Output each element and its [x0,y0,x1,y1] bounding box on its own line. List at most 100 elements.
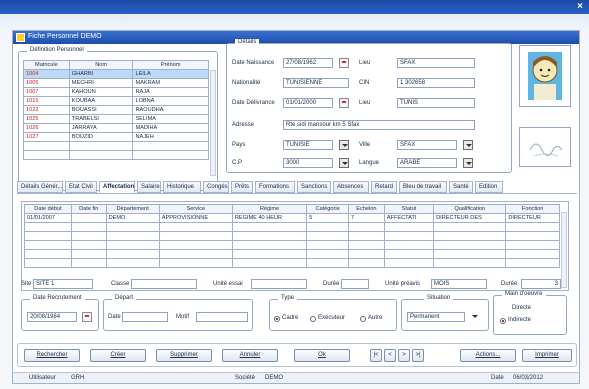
prenom-cell[interactable]: NAJEH [132,132,209,142]
column-header[interactable]: Catégorie [306,204,349,214]
nationalite-field[interactable]: TUNISIENNE [283,78,349,88]
last-record-button[interactable]: >| [412,349,424,362]
empty-cell[interactable] [70,249,107,259]
pays-select[interactable]: TUNISIE [283,140,333,150]
table-row[interactable] [24,249,560,259]
langue-select[interactable]: ARABE [397,158,457,168]
table-row[interactable] [24,231,560,241]
matricule-cell[interactable]: 1015 [23,96,70,106]
empty-cell[interactable] [347,240,385,250]
duree-essai-field[interactable] [341,279,369,289]
lieu-naissance-field[interactable]: SFAX [397,58,475,68]
nom-cell[interactable]: KOUBAA [68,96,134,106]
empty-cell[interactable] [231,240,308,250]
previous-record-button[interactable]: < [384,349,396,362]
table-row[interactable]: 01/01/2007 DEMO APPROVISIONNE REGIME 40 HEU… [24,213,560,223]
ville-select[interactable]: SFAX [397,140,457,150]
tab-salaire[interactable]: Salaire [137,181,161,193]
table-row[interactable]: 1007 KAHOUN RAJA [23,87,209,97]
lieu-delivrance-field[interactable]: TUNIS [397,98,475,108]
empty-cell[interactable] [433,258,507,268]
matricule-cell[interactable]: 1004 [23,69,70,79]
table-row[interactable]: 1026 JARRAYA MADIHA [23,123,209,133]
empty-cell[interactable] [105,258,160,268]
next-record-button[interactable]: > [398,349,410,362]
empty-cell[interactable] [24,258,72,268]
table-row[interactable] [23,150,209,160]
affectation-cell[interactable]: AFFECTATI [383,213,435,223]
empty-cell[interactable] [70,258,107,268]
close-icon[interactable]: × [577,1,583,12]
empty-cell[interactable] [383,231,435,241]
empty-cell[interactable] [505,231,560,241]
affectation-cell[interactable]: REGIME 40 HEUR [231,213,308,223]
classe-field[interactable] [131,279,197,289]
empty-cell[interactable] [231,249,308,259]
empty-cell[interactable] [158,222,233,232]
duree-preavis-field[interactable]: 3 [521,279,561,289]
site-field[interactable]: SITE 1 [33,279,93,289]
tab-pr-ts[interactable]: Prêts [231,181,253,193]
table-row[interactable]: 1005 MECHRI MAKRAM [23,78,209,88]
main-oeuvre-indirecte-radio[interactable] [500,318,506,324]
empty-cell[interactable] [105,231,160,241]
empty-cell[interactable] [505,222,560,232]
nom-cell[interactable]: BOUZID [68,132,134,142]
affectation-cell[interactable] [70,213,107,223]
situation-select[interactable]: Permanent [407,312,465,322]
column-header[interactable]: Régime [231,204,308,214]
annuler-button[interactable]: Annuler [222,349,278,362]
empty-cell[interactable] [433,222,507,232]
column-header[interactable]: Date fin [70,204,107,214]
empty-cell[interactable] [433,249,507,259]
empty-cell[interactable] [306,222,349,232]
empty-cell[interactable] [231,222,308,232]
matricule-cell[interactable]: 1025 [23,114,70,124]
column-header-nom[interactable]: Nom [68,60,134,70]
tab-cong-s[interactable]: Congés [203,181,229,193]
date-delivrance-field[interactable]: 01/01/2000 [283,98,333,108]
matricule-cell[interactable]: 1005 [23,78,70,88]
empty-cell[interactable] [383,258,435,268]
empty-cell[interactable] [158,240,233,250]
type-autre-radio[interactable] [360,316,366,322]
affectation-cell[interactable]: DEMO [105,213,160,223]
empty-cell[interactable] [505,249,560,259]
matricule-cell[interactable]: 1007 [23,87,70,97]
affectation-cell[interactable]: DIRECTEUR DES [433,213,507,223]
depart-date-field[interactable] [122,312,168,322]
matricule-cell[interactable]: 1026 [23,123,70,133]
nom-cell[interactable]: KAHOUN [68,87,134,97]
first-record-button[interactable]: |< [370,349,382,362]
supprimer-button[interactable]: Supprimer [156,349,212,362]
column-header[interactable]: Fonction [505,204,560,214]
empty-cell[interactable] [347,258,385,268]
empty-cell[interactable] [158,258,233,268]
prenom-cell[interactable]: RAOUDHA [132,105,209,115]
column-header[interactable]: Echelon [347,204,385,214]
empty-cell[interactable] [433,231,507,241]
chevron-down-icon[interactable] [463,158,473,168]
nom-cell[interactable]: TRABELSI [68,114,134,124]
affectation-cell[interactable]: DIRECTEUR [505,213,560,223]
empty-cell[interactable] [306,258,349,268]
empty-cell[interactable] [306,231,349,241]
column-header[interactable]: Service [158,204,233,214]
empty-cell[interactable] [24,222,72,232]
table-row[interactable] [24,258,560,268]
empty-cell[interactable] [24,240,72,250]
empty-cell[interactable] [24,231,72,241]
nom-cell[interactable]: GHARBI [68,69,134,79]
chevron-down-icon[interactable] [463,140,473,150]
column-header-matricule[interactable]: Matricule [23,60,70,70]
empty-cell[interactable] [347,249,385,259]
empty-cell[interactable] [505,258,560,268]
empty-cell[interactable] [383,240,435,250]
type-cadre-radio[interactable] [274,316,280,322]
tab-affectation[interactable]: Affectation [99,181,135,193]
table-row[interactable]: 1022 BOUASSI RAOUDHA [23,105,209,115]
tab-edition[interactable]: Edition [475,181,503,193]
empty-cell[interactable] [68,150,134,160]
empty-cell[interactable] [23,141,70,151]
empty-cell[interactable] [132,150,209,160]
